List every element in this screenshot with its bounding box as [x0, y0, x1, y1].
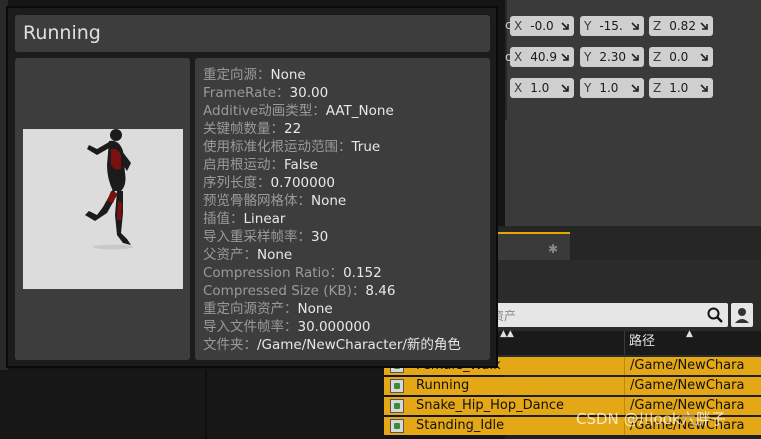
rotation-z-field[interactable]: Z 0.0	[649, 47, 713, 67]
tooltip-title: Running	[15, 15, 490, 52]
property-row: Compression Ratio：0.152	[203, 265, 382, 281]
property-row: 使用标准化根运动范围：True	[203, 139, 381, 155]
reset-arrow-icon[interactable]	[560, 83, 570, 93]
reset-arrow-icon[interactable]	[630, 83, 640, 93]
property-row: FrameRate：30.00	[203, 85, 329, 101]
scale-x-field[interactable]: X 1.0	[510, 78, 574, 98]
running-character-image	[85, 129, 133, 250]
user-icon	[735, 308, 749, 323]
animation-asset-icon	[390, 399, 404, 413]
search-icon[interactable]	[706, 306, 724, 324]
animation-asset-icon	[390, 419, 404, 433]
sort-asc-icon[interactable]: ▲▲	[500, 329, 514, 339]
watermark-text: CSDN @川ook六胖子	[576, 410, 726, 428]
property-row: 关键帧数量：22	[203, 121, 302, 137]
user-filter-button[interactable]	[731, 303, 753, 327]
sort-indicator-icon: ▲	[686, 329, 693, 339]
location-x-field[interactable]: X -0.0	[510, 16, 574, 36]
property-row: Compressed Size (KB)：8.46	[203, 283, 396, 299]
reset-arrow-icon[interactable]	[630, 21, 640, 31]
property-row: 重定向源：None	[203, 67, 306, 83]
close-icon[interactable]: ✱	[548, 242, 558, 256]
reset-arrow-icon[interactable]	[699, 83, 709, 93]
property-row: Additive动画类型：AAT_None	[203, 103, 394, 119]
property-row: 父资产：None	[203, 247, 293, 263]
asset-tooltip: Running 重定向源：None FrameRate：30.00 Additi…	[6, 6, 498, 368]
animation-asset-icon	[390, 379, 404, 393]
reset-arrow-icon[interactable]	[699, 21, 709, 31]
rotation-y-field[interactable]: Y 2.30	[580, 47, 644, 67]
asset-search-input[interactable]: 资产	[488, 303, 728, 327]
location-z-field[interactable]: Z 0.82	[649, 16, 713, 36]
rotation-x-field[interactable]: X 40.9	[510, 47, 574, 67]
property-row: 重定向源资产：None	[203, 301, 333, 317]
animation-thumbnail	[23, 129, 183, 289]
property-row: 序列长度：0.700000	[203, 175, 335, 191]
bottom-left-panel	[0, 370, 385, 439]
tooltip-preview-panel	[15, 58, 190, 360]
property-row: 启用根运动：False	[203, 157, 318, 173]
reset-arrow-icon[interactable]	[560, 52, 570, 62]
content-browser-tab[interactable]: ✱	[498, 232, 570, 260]
property-row: 预览骨骼网格体：None	[203, 193, 347, 209]
list-item[interactable]: Running /Game/NewChara	[384, 377, 761, 395]
property-row: 插值：Linear	[203, 211, 286, 227]
reset-arrow-icon[interactable]	[630, 52, 640, 62]
details-panel: c o X -0.0 Y -15. Z 0.82 X 40.9 Y 2.30 Z 0.0 X…	[505, 0, 761, 226]
scale-y-field[interactable]: Y 1.0	[580, 78, 644, 98]
reset-arrow-icon[interactable]	[560, 21, 570, 31]
location-y-field[interactable]: Y -15.	[580, 16, 644, 36]
content-browser-tabbar: ✱	[498, 226, 761, 260]
reset-arrow-icon[interactable]	[699, 52, 709, 62]
property-row: 文件夹：/Game/NewCharacter/新的角色	[203, 337, 461, 353]
tooltip-properties-panel: 重定向源：None FrameRate：30.00 Additive动画类型：A…	[195, 58, 490, 360]
property-row: 导入文件帧率：30.000000	[203, 319, 371, 335]
scale-z-field[interactable]: Z 1.0	[649, 78, 713, 98]
property-row: 导入重采样帧率：30	[203, 229, 329, 245]
